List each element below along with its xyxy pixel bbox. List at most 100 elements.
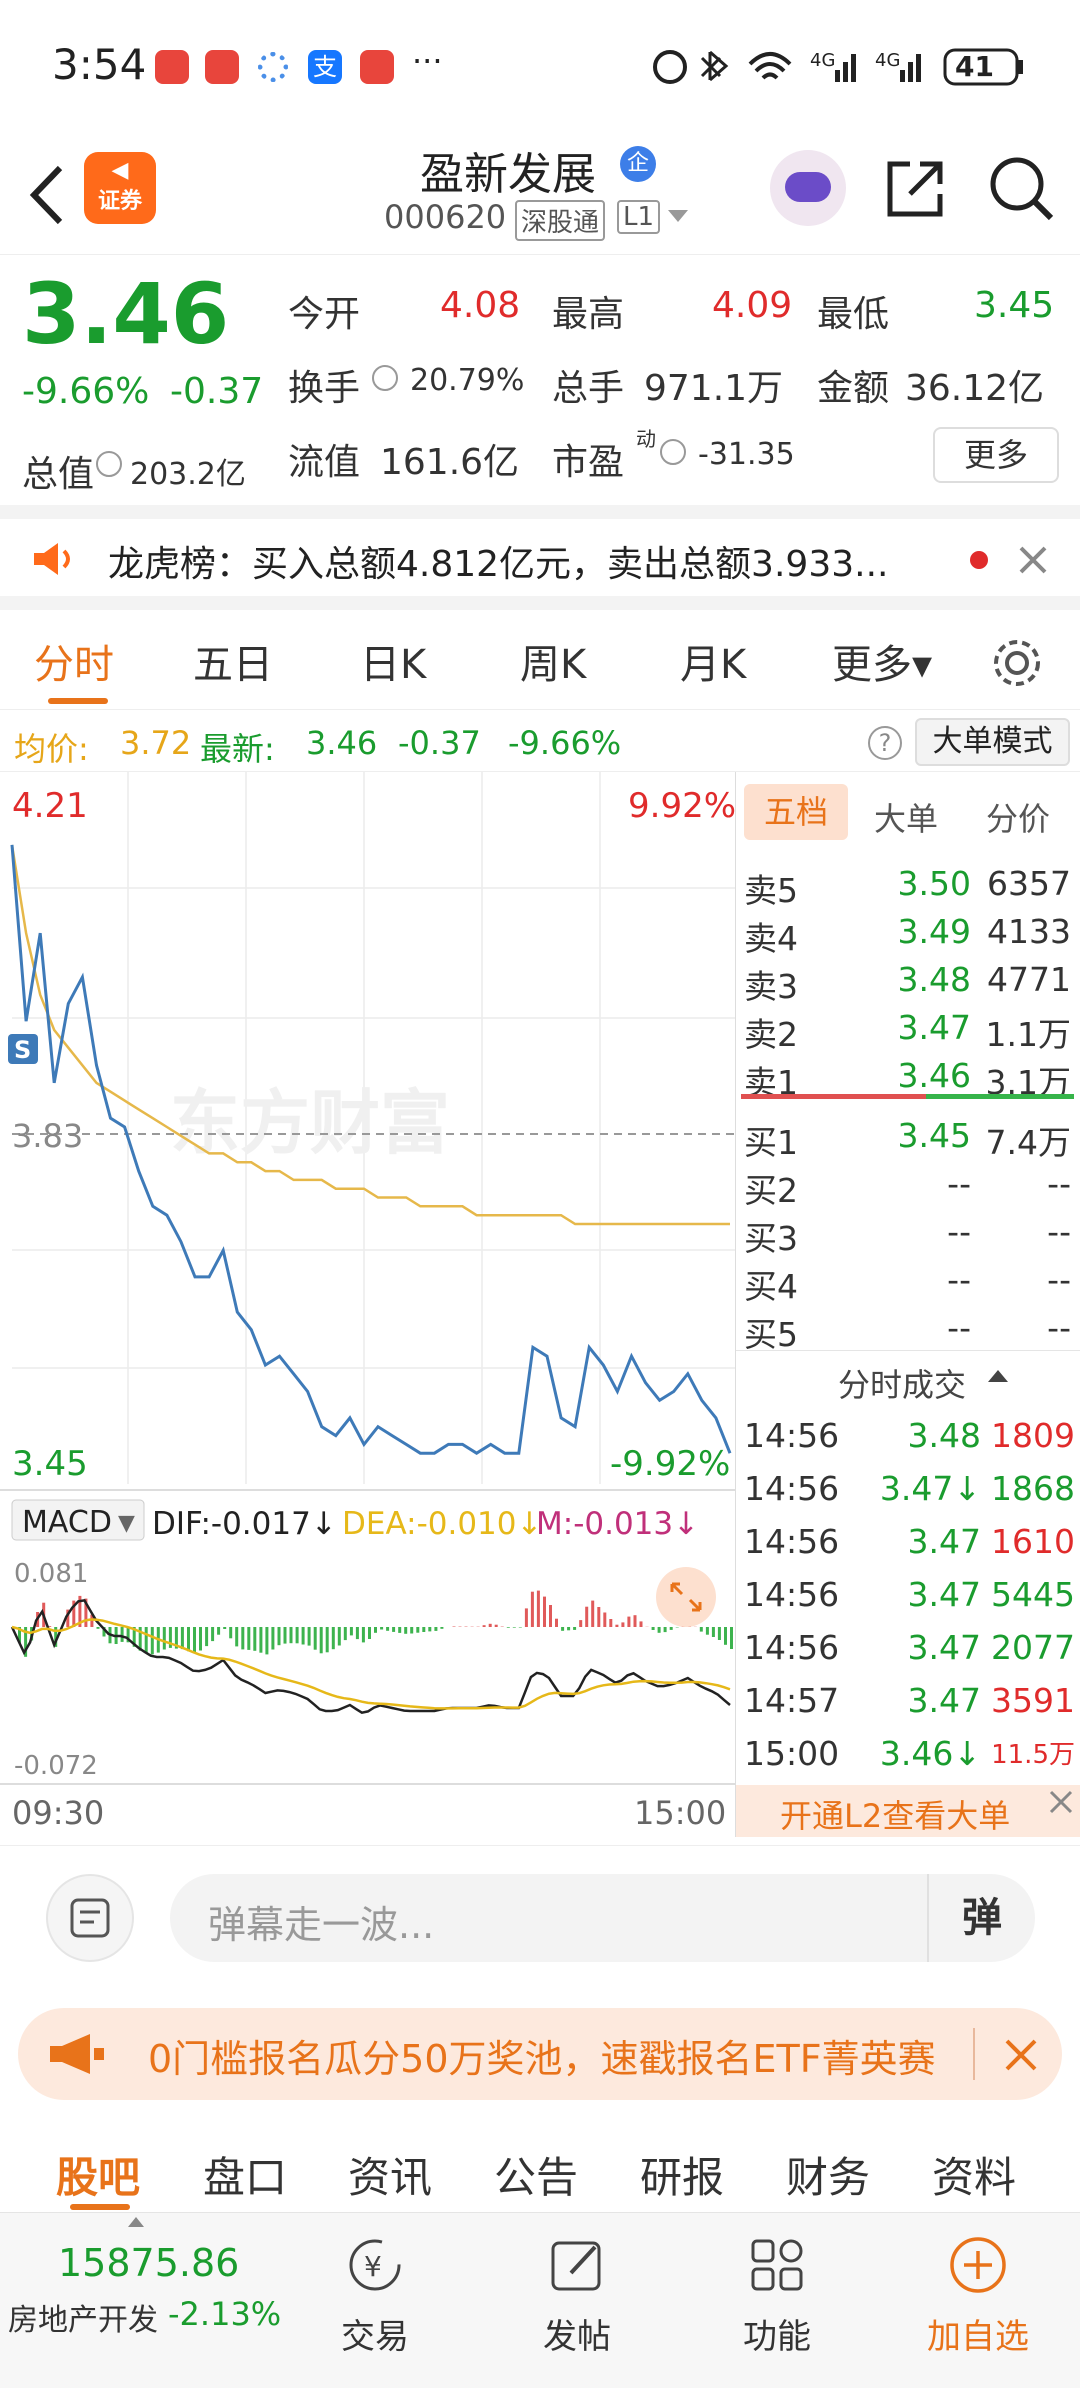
macd-bar (259, 1627, 263, 1653)
bid-label: 买1 (744, 1123, 798, 1162)
chevron-up-icon[interactable] (988, 1370, 1008, 1382)
macd-bar (494, 1624, 498, 1627)
macd-bar (663, 1627, 667, 1633)
promo-banner[interactable]: 0门槛报名瓜分50万奖池，速戳报名ETF菁英赛 (18, 2008, 1062, 2100)
tab-weekly-k[interactable]: 周K (520, 632, 586, 690)
subtab-financials[interactable]: 财务 (786, 2144, 870, 2205)
danmu-input[interactable]: 弹幕走一波... 弹 (170, 1874, 1035, 1962)
mktcap-label: 总值 (22, 454, 95, 495)
alipay-icon: 支 (308, 50, 342, 84)
info-icon[interactable] (660, 439, 686, 465)
close-icon[interactable] (1048, 1789, 1074, 1815)
search-icon[interactable] (985, 152, 1057, 224)
avg-price-bar: 均价: 3.72 最新: 3.46 -0.37 -9.66% ? 大单模式 (0, 712, 1080, 772)
macd-bar (307, 1627, 311, 1646)
tab-price-dist[interactable]: 分价 (986, 794, 1050, 840)
macd-bar (337, 1627, 341, 1646)
macd-bar (452, 1626, 456, 1627)
close-icon[interactable] (1004, 2038, 1038, 2072)
tab-five-day[interactable]: 五日 (193, 632, 273, 690)
macd-bar (404, 1627, 408, 1634)
macd-bar (597, 1607, 601, 1627)
subtab-forum[interactable]: 股吧 (56, 2144, 140, 2205)
svg-text:▼: ▼ (118, 1511, 135, 1536)
subtab-quotes[interactable]: 盘口 (203, 2144, 287, 2205)
time-start: 09:30 (12, 1794, 104, 1832)
tab-more[interactable]: 更多▾ (832, 632, 932, 690)
change-amt: -0.37 (170, 371, 264, 412)
macd-bar (283, 1627, 287, 1644)
trade-price: 3.46↓ (879, 1734, 981, 1773)
macd-bar (482, 1625, 486, 1627)
dragon-tiger-notice[interactable]: 龙虎榜：买入总额4.812亿元，卖出总额3.933... (0, 505, 1080, 610)
macd-bar (271, 1627, 275, 1650)
tab-monthly-k[interactable]: 月K (680, 632, 746, 690)
danmu-toggle-button[interactable]: 弹 (927, 1874, 1035, 1962)
unread-dot (970, 551, 988, 569)
bid-row: 买2 -- -- (736, 1160, 1080, 1210)
info-icon[interactable] (372, 365, 398, 391)
l2-upsell[interactable]: 开通L2查看大单 (736, 1785, 1080, 1837)
big-order-mode-button[interactable]: 大单模式 (915, 718, 1070, 766)
trade-price: 3.47↓ (879, 1469, 981, 1508)
more-notifications-icon: ··· (412, 42, 443, 80)
low-value: 3.45 (974, 285, 1055, 326)
macd-bar (573, 1627, 577, 1630)
ask-volume: 6357 (987, 864, 1071, 903)
sector-index[interactable]: 15875.86 房地产开发 -2.13% (0, 2213, 300, 2388)
share-icon[interactable] (880, 154, 950, 224)
bid-label: 买3 (744, 1219, 798, 1258)
bid-row: 买4 -- -- (736, 1256, 1080, 1306)
macd-bar (555, 1618, 558, 1627)
subtab-news[interactable]: 资讯 (348, 2144, 432, 2205)
notice-text: 龙虎榜：买入总额4.812亿元，卖出总额3.933... (108, 544, 889, 585)
sector-index-value: 15875.86 (58, 2241, 240, 2285)
intraday-chart[interactable]: 东方财富 4.21 9.92% 3.83 3.45 -9.92% S MACD … (0, 772, 736, 1837)
bid-row: 买1 3.45 7.4万 (736, 1112, 1080, 1162)
trade-row: 14:56 3.48 1809 (736, 1414, 1080, 1462)
s-marker-text: S (14, 1036, 31, 1064)
nav-add-watchlist[interactable]: 加自选 (913, 2213, 1043, 2388)
volume-label: 总手 (552, 368, 625, 409)
latest-pct: -9.66% (508, 724, 622, 762)
macd-bar (615, 1624, 619, 1627)
close-icon[interactable] (1018, 545, 1048, 575)
tab-big-orders[interactable]: 大单 (874, 794, 938, 840)
assistant-avatar[interactable] (770, 150, 846, 226)
chevron-down-icon[interactable] (668, 210, 688, 222)
macd-top-label: 0.081 (14, 1559, 88, 1589)
macd-bar (205, 1627, 209, 1647)
open-value: 4.08 (440, 285, 521, 326)
volume-value: 971.1万 (644, 368, 784, 409)
subtab-announcements[interactable]: 公告 (494, 2144, 578, 2205)
macd-bar (651, 1627, 655, 1630)
broker-logo[interactable]: ◀ 证券 (84, 152, 156, 224)
gear-icon[interactable] (990, 636, 1044, 690)
macd-bar (386, 1627, 390, 1631)
more-button[interactable]: 更多 (933, 427, 1059, 483)
huawei-app-icon (205, 50, 239, 84)
nav-post[interactable]: 发帖 (512, 2213, 642, 2388)
danmu-settings-icon[interactable] (46, 1874, 134, 1962)
tab-intraday[interactable]: 分时 (34, 632, 114, 690)
trade-volume: 5445 (991, 1575, 1075, 1614)
trade-volume: 11.5万 (991, 1740, 1075, 1770)
level-tag[interactable]: L1 (617, 200, 661, 234)
back-icon[interactable] (22, 160, 72, 230)
bid-volume: -- (1047, 1308, 1071, 1347)
tab-five-levels[interactable]: 五档 (744, 784, 848, 840)
trade-volume: 1610 (991, 1522, 1075, 1561)
quote-panel: 3.46 -9.66% -0.37 总值 203.2亿 今开 4.08 最高 4… (0, 255, 1080, 505)
macd-bar (730, 1627, 733, 1649)
nav-trade[interactable]: ¥ 交易 (310, 2213, 440, 2388)
nav-functions[interactable]: 功能 (712, 2213, 842, 2388)
tab-daily-k[interactable]: 日K (360, 632, 426, 690)
macd-bar (343, 1627, 347, 1641)
macd-bar (518, 1627, 522, 1628)
subtab-profile[interactable]: 资料 (932, 2144, 1016, 2205)
macd-bar (657, 1627, 661, 1633)
bottom-pct-label: -9.92% (610, 1444, 730, 1484)
subtab-research[interactable]: 研报 (640, 2144, 724, 2205)
help-icon[interactable]: ? (868, 726, 902, 760)
info-icon[interactable] (96, 451, 122, 477)
